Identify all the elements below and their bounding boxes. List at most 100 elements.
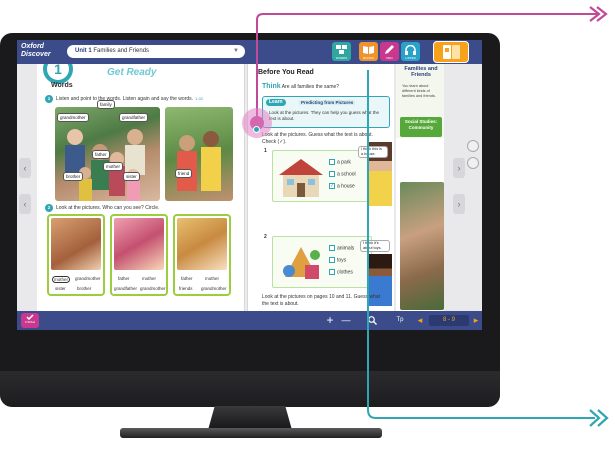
circle-card-1: mother grandmother sister brother	[47, 214, 105, 296]
side-panel-photo	[400, 182, 444, 310]
monitor-chin	[0, 371, 500, 407]
label-brother: brother	[63, 172, 84, 181]
page-number-field[interactable]: 8 - 9	[429, 315, 469, 326]
right-page: Before You Read Think Are all families t…	[248, 64, 394, 311]
zoom-out-button[interactable]: —	[339, 312, 353, 329]
triangle-right-icon: ▸	[473, 315, 479, 325]
ex2-option-animals-label: animals	[337, 245, 355, 252]
checkbox-icon	[329, 159, 335, 165]
label-friend: friend	[175, 169, 193, 178]
promo-stage: Oxford Discover Unit 1 Families and Frie…	[0, 0, 615, 458]
next-page-button[interactable]: ▸	[471, 312, 481, 329]
unit-side-panel: Families and Friends You learn about dif…	[396, 64, 444, 311]
previous-page-button[interactable]: ◂	[415, 312, 425, 329]
ex1-option-school[interactable]: a school	[329, 171, 356, 177]
exercise-1-book: a park a school ✓ a house	[272, 150, 372, 202]
magenta-chevron-icon	[589, 6, 608, 22]
label-father: father	[92, 150, 110, 159]
ex1-option-house[interactable]: ✓ a house	[329, 183, 355, 189]
exercise-badge-1: 1	[45, 95, 53, 103]
card-3-word-mother[interactable]: mother	[205, 276, 219, 281]
books-tool-label: BOOKS	[363, 56, 374, 60]
search-button[interactable]	[365, 312, 379, 329]
speech-bubble-2: I think it's about toys.	[360, 240, 390, 252]
learn-skill: Predicting from Pictures	[299, 100, 356, 105]
chevron-right-icon: ›	[457, 199, 461, 209]
card-1-word-mother[interactable]: mother	[52, 276, 71, 283]
monitor-foot	[120, 428, 382, 438]
ex1-option-park[interactable]: a park	[329, 159, 351, 165]
logo-line-1: Oxford	[21, 43, 44, 50]
card-2-word-grandmother[interactable]: grandmother	[140, 286, 166, 291]
instruction-1-text: Listen and point to the words. Listen ag…	[56, 96, 194, 102]
friends-photo-art	[177, 131, 221, 191]
finish-button[interactable]: FINISH	[21, 313, 39, 328]
checkbox-icon	[329, 269, 335, 275]
speech-bubble-1: I think this is a house.	[358, 146, 388, 158]
go-to-page-button[interactable]: Tp	[393, 312, 407, 329]
ex2-option-clothes[interactable]: clothes	[329, 269, 353, 275]
hotspot-dot	[253, 126, 260, 133]
page-menu-button[interactable]	[433, 41, 469, 63]
eraser-tool-icon[interactable]	[467, 157, 479, 169]
card-3-word-grandmother[interactable]: grandmother	[201, 286, 227, 291]
card-1-photo	[51, 218, 101, 270]
circle-card-2: father mother grandfather grandmother	[110, 214, 168, 296]
ex1-option-school-label: a school	[337, 171, 356, 178]
label-family: family	[97, 100, 115, 109]
friends-photo	[165, 107, 233, 201]
spiral-tool-icon[interactable]	[467, 140, 479, 152]
bottom-bar: FINISH + — Tp ◂ 8 - 9 ▸	[17, 311, 482, 330]
triangle-left-icon: ◂	[417, 315, 423, 325]
card-2-word-mother[interactable]: mother	[142, 276, 156, 281]
learn-label: Learn	[266, 99, 286, 106]
ex2-option-toys[interactable]: toys	[329, 257, 346, 263]
search-icon	[367, 316, 377, 325]
learn-box: Learn Predicting from Pictures Look at t…	[262, 96, 390, 128]
app-screen: Oxford Discover Unit 1 Families and Frie…	[17, 40, 482, 330]
book-icon	[363, 46, 374, 54]
unit-select[interactable]: Unit 1 Families and Friends ▼	[67, 45, 245, 58]
prev-spread-arrow[interactable]: ‹	[19, 194, 31, 214]
card-3-word-father[interactable]: father	[181, 276, 193, 281]
top-bar: Oxford Discover Unit 1 Families and Frie…	[17, 40, 482, 64]
instruction-2: 2 Look at the pictures. Who can you see? …	[45, 204, 159, 212]
audio-track-1[interactable]: 1-02	[195, 96, 203, 101]
toys-illustration	[283, 247, 320, 279]
ex2-option-toys-label: toys	[337, 257, 347, 264]
pen-tool-button[interactable]: PEN	[380, 42, 399, 61]
exercise-1-number: 1	[264, 148, 267, 154]
ex2-option-animals[interactable]: animals	[329, 245, 354, 251]
ex1-option-park-label: a park	[337, 159, 351, 166]
label-grandmother: grandmother	[57, 113, 89, 122]
unit-title: Families and Friends	[93, 48, 150, 54]
logo-line-2: Discover	[21, 51, 51, 58]
card-2-word-father[interactable]: father	[118, 276, 130, 281]
words-tool-label: WORDS	[335, 56, 348, 60]
social-studies-badge: Social Studies: Community	[400, 117, 442, 137]
oxford-discover-logo[interactable]: Oxford Discover	[21, 43, 63, 61]
side-panel-title: Families and Friends	[404, 66, 438, 78]
guess-question-2: Look at the pictures on pages 10 and 11.…	[262, 294, 381, 307]
checkbox-icon	[329, 245, 335, 251]
instruction-1: 1 Listen and point to the words. Listen a…	[45, 95, 203, 103]
card-1-word-grandmother[interactable]: grandmother	[75, 276, 101, 281]
left-page: 1 Get Ready Words 1 Listen and point to t…	[37, 64, 244, 311]
next-page-arrow[interactable]: ›	[453, 158, 465, 178]
ex2-option-clothes-label: clothes	[337, 269, 353, 276]
books-tool-button[interactable]: BOOKS	[359, 42, 378, 61]
zoom-in-button[interactable]: +	[323, 312, 337, 329]
next-spread-arrow[interactable]: ›	[453, 194, 465, 214]
prev-page-arrow[interactable]: ‹	[19, 158, 31, 178]
listen-tool-button[interactable]: LISTEN	[401, 42, 420, 61]
card-1-word-sister[interactable]: sister	[55, 286, 66, 291]
section-title-words: Words	[51, 82, 73, 89]
label-mother: mother	[103, 162, 124, 171]
checkbox-icon	[329, 171, 335, 177]
card-2-word-grandfather[interactable]: grandfather	[114, 286, 137, 291]
card-3-word-friends[interactable]: friends	[179, 286, 193, 291]
monitor-neck	[208, 406, 292, 430]
card-1-word-brother[interactable]: brother	[77, 286, 91, 291]
chevron-left-icon: ‹	[23, 163, 27, 173]
words-tool-button[interactable]: WORDS	[332, 42, 351, 61]
